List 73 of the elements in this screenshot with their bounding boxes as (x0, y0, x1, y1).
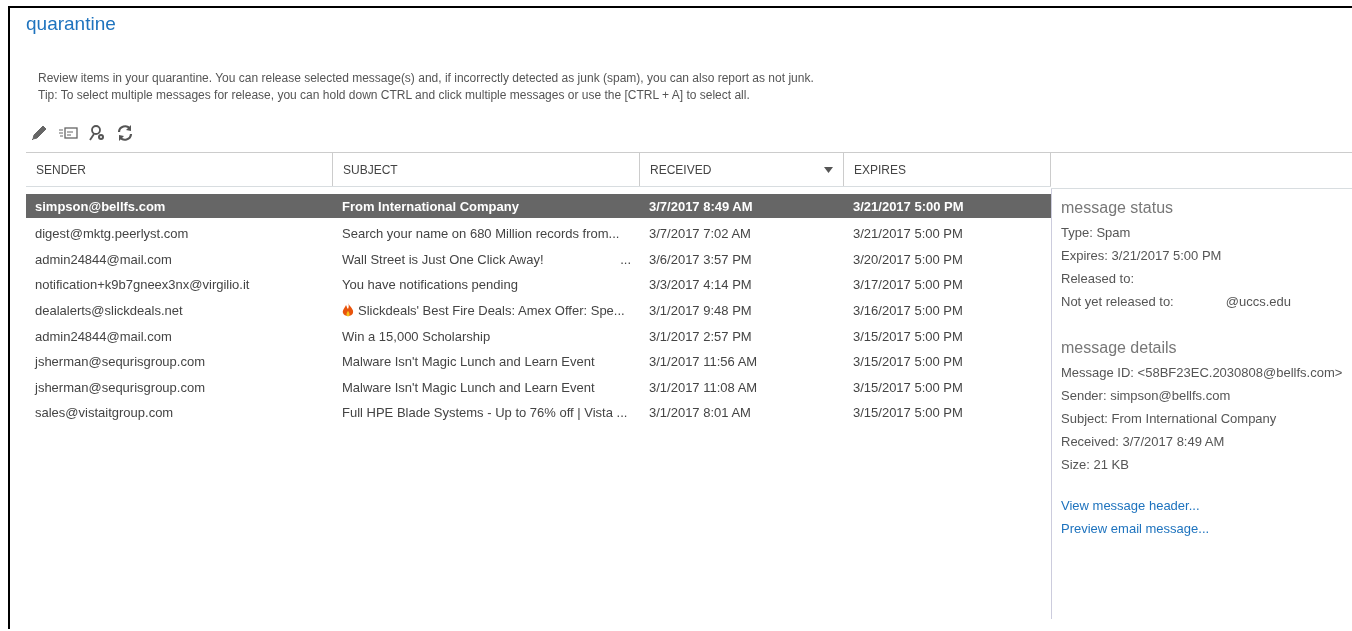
message-row[interactable]: admin24844@mail.com Win a 15,000 Scholarship 3/1/2017 2:57 PM 3/15/2017 5:00 PM (26, 323, 1051, 349)
sender-cell-text: digest@mktg.peerlyst.com (34, 226, 190, 242)
section-heading: message details (1061, 339, 1178, 357)
sender-cell-text: admin24844@mail.com (34, 251, 173, 267)
flame-icon (342, 303, 354, 319)
detail-text: Subject: From International Company (1061, 411, 1277, 426)
detail-text: Message ID: <58BF23EC.2030808@bellfs.com> (1061, 365, 1343, 380)
expires-cell-text: 3/20/2017 5:00 PM (852, 251, 964, 267)
detail-text: Size: 21 KB (1061, 457, 1129, 472)
sender-cell-text: admin24844@mail.com (34, 328, 173, 344)
received-cell-text: 3/1/2017 8:01 AM (648, 405, 752, 421)
expires-cell-text: 3/16/2017 5:00 PM (852, 303, 964, 319)
received-cell-text: 3/6/2017 3:57 PM (648, 251, 753, 267)
received-cell-text: 3/3/2017 4:14 PM (648, 277, 753, 293)
message-row[interactable]: admin24844@mail.com Wall Street is Just One Click Away! ... 3/6/2017 3:57 PM 3/20/2017 5:00 PM (26, 246, 1051, 273)
received-cell-text: 3/7/2017 8:49 AM (648, 198, 754, 214)
pencil-icon[interactable] (30, 124, 48, 142)
expires-cell-text: 3/15/2017 5:00 PM (852, 328, 964, 344)
description-text: Tip: To select multiple messages for release, you can hold down CTRL and click multiple messages or use the [CTRL + A] to select all. (38, 87, 751, 104)
received-cell-text: 3/7/2017 7:02 AM (648, 226, 752, 242)
detail-link[interactable]: Preview email message... (1061, 521, 1210, 536)
detail-text: Received: 3/7/2017 8:49 AM (1061, 434, 1225, 449)
expires-cell-text: 3/15/2017 5:00 PM (852, 354, 964, 370)
subject-text: From International Company (342, 198, 519, 214)
expires-cell-text: 3/15/2017 5:00 PM (852, 405, 964, 421)
page-title: quarantine (26, 13, 117, 35)
column-header[interactable]: SENDER (26, 153, 333, 186)
expires-cell-text: 3/21/2017 5:00 PM (852, 198, 965, 214)
detail-value: @uccs.edu (1225, 294, 1291, 309)
sender-cell-text: jsherman@sequrisgroup.com (33, 379, 206, 395)
sort-arrow-icon (824, 166, 833, 173)
detail-text: Released to: (1061, 271, 1134, 286)
sender-cell-text: sales@vistaitgroup.com (34, 405, 175, 421)
envelope-icon[interactable] (58, 126, 78, 140)
message-row[interactable]: jsherman@sequrisgroup.com Malware Isn't Magic Lunch and Learn Event 3/1/2017 11:56 AM 3/15/2017 5:00 PM (26, 348, 1051, 375)
subject-text: Slickdeals' Best Fire Deals: Amex Offer: Spe... (358, 303, 625, 319)
received-cell-text: 3/1/2017 2:57 PM (648, 328, 753, 344)
sender-cell-text: jsherman@sequrisgroup.com (33, 354, 206, 370)
refresh-icon[interactable] (116, 124, 134, 142)
received-cell-text: 3/1/2017 9:48 PM (648, 303, 753, 319)
detail-text: Sender: simpson@bellfs.com (1061, 388, 1231, 403)
message-row[interactable]: jsherman@sequrisgroup.com Malware Isn't Magic Lunch and Learn Event 3/1/2017 11:08 AM 3/15/2017 5:00 PM (26, 374, 1051, 401)
detail-link[interactable]: View message header... (1061, 498, 1200, 513)
subject-text: Full HPE Blade Systems - Up to 76% off | Vista ... (342, 405, 628, 421)
subject-text: Search your name on 680 Million records from... (342, 226, 620, 242)
message-row[interactable]: sales@vistaitgroup.com Full HPE Blade Systems - Up to 76% off | Vista ... 3/1/2017 8:01 AM 3/15/2017 5:00 PM (26, 400, 1051, 426)
message-row[interactable]: digest@mktg.peerlyst.com Search your name on 680 Million records from... 3/7/2017 7:02 AM 3/21/2017 5:00 PM (26, 221, 1051, 247)
message-row[interactable]: notification+k9b7gneex3nx@virgilio.it You have notifications pending 3/3/2017 4:14 PM 3/17/2017 5:00 PM (26, 272, 1051, 298)
expires-cell-text: 3/17/2017 5:00 PM (852, 277, 964, 293)
sender-cell-text: dealalerts@slickdeals.net (34, 303, 184, 319)
description-text: Review items in your quarantine. You can release selected message(s) and, if incorrectly detected as junk (spam), you can also report as not junk. (38, 70, 815, 87)
detail-text: Expires: 3/21/2017 5:00 PM (1061, 248, 1222, 263)
column-header[interactable]: SUBJECT (333, 153, 640, 186)
expires-cell-text: 3/21/2017 5:00 PM (852, 226, 964, 242)
subject-text: You have notifications pending (342, 277, 518, 293)
message-row[interactable]: simpson@bellfs.com From International Company 3/7/2017 8:49 AM 3/21/2017 5:00 PM (26, 194, 1051, 218)
user-gear-icon[interactable] (88, 124, 106, 142)
subject-text: Wall Street is Just One Click Away! (342, 251, 544, 267)
received-cell-text: 3/1/2017 11:08 AM (648, 379, 759, 395)
column-header[interactable]: RECEIVED (640, 153, 844, 186)
sender-cell-text: notification+k9b7gneex3nx@virgilio.it (34, 277, 251, 293)
sender-cell-text: simpson@bellfs.com (34, 198, 167, 214)
column-header[interactable]: EXPIRES (844, 153, 1051, 186)
detail-text: Type: Spam (1061, 225, 1131, 240)
subject-text: Malware Isn't Magic Lunch and Learn Event (342, 354, 595, 370)
expires-cell-text: 3/15/2017 5:00 PM (852, 379, 964, 395)
subject-text: Win a 15,000 Scholarship (342, 328, 491, 344)
ellipsis-text: ... (620, 251, 631, 267)
message-row[interactable]: dealalerts@slickdeals.net Slickdeals' Best Fire Deals: Amex Offer: Spe... 3/1/2017 9:48 PM 3/16/2017 5:00 PM (26, 297, 1051, 324)
subject-text: Malware Isn't Magic Lunch and Learn Event (342, 379, 595, 395)
received-cell-text: 3/1/2017 11:56 AM (648, 354, 759, 370)
detail-text: Not yet released to: (1061, 294, 1174, 309)
section-heading: message status (1061, 199, 1175, 217)
